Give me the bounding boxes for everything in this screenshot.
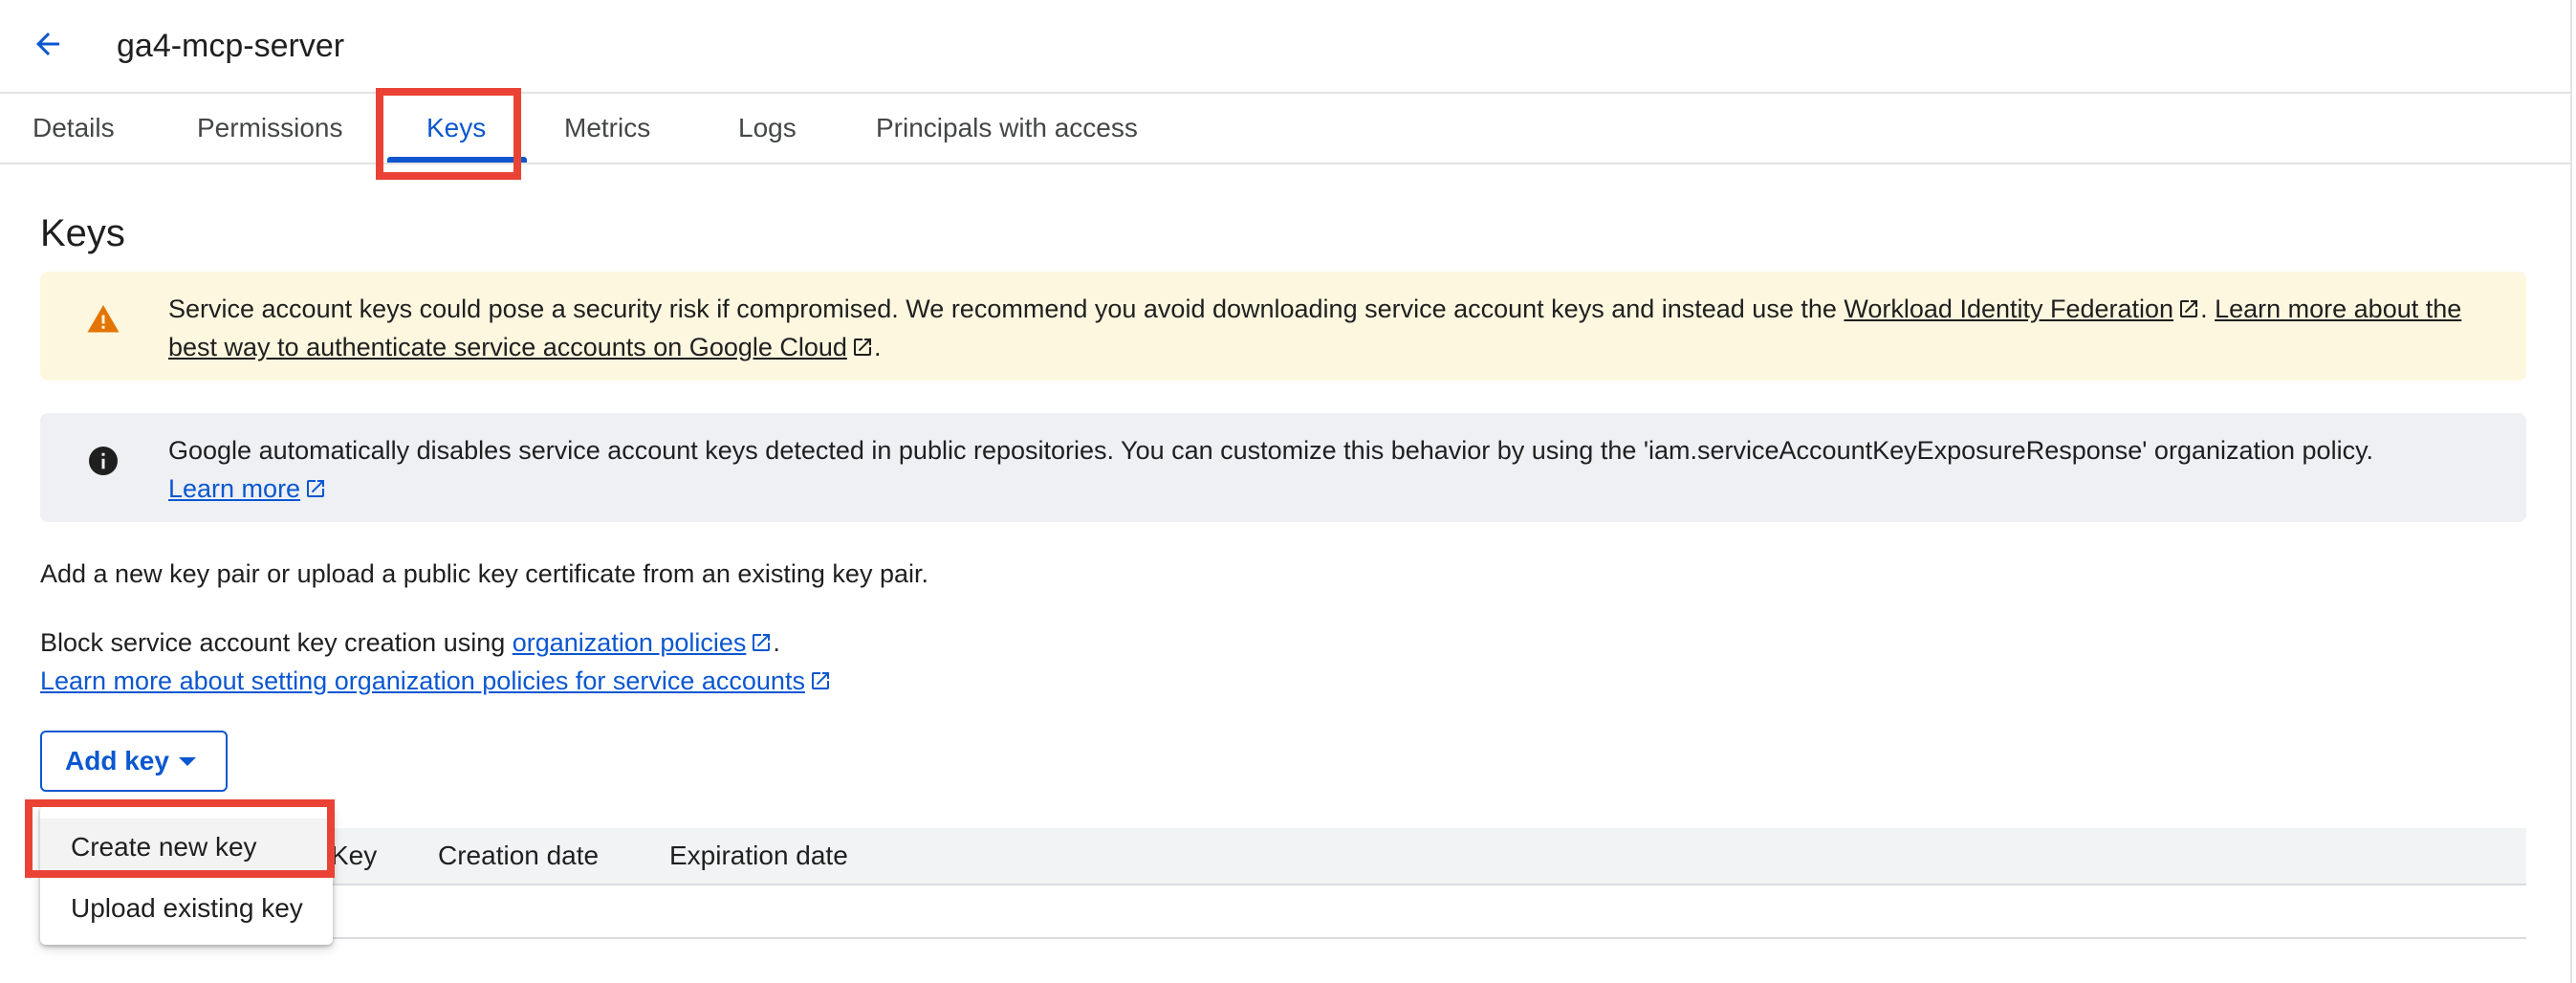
info-learn-more-link-label: Learn more (168, 474, 301, 503)
warning-text-middle: . (2200, 295, 2216, 323)
workload-identity-federation-link-label: Workload Identity Federation (1844, 295, 2174, 323)
arrow-back-icon (36, 33, 59, 55)
warning-text-start: Service account keys could pose a securi… (168, 295, 1845, 323)
warning-icon (87, 305, 120, 333)
menu-item-create-new-key-label: Create new key (71, 832, 257, 862)
open-in-new-icon (2180, 300, 2198, 317)
workload-identity-federation-link[interactable]: Workload Identity Federation (1844, 295, 2200, 323)
table-bottom-divider (40, 937, 2526, 939)
block-creation-text: Block service account key creation using… (40, 623, 780, 662)
column-header-creation-date[interactable]: Creation date (438, 828, 599, 884)
info-text-body: Google automatically disables service ac… (168, 436, 2374, 465)
keys-description: Add a new key pair or upload a public ke… (40, 559, 928, 588)
info-text: Google automatically disables service ac… (168, 431, 2501, 508)
tab-metrics[interactable]: Metrics (564, 94, 650, 163)
open-in-new-icon (307, 480, 325, 497)
organization-policies-link[interactable]: organization policies (513, 628, 774, 657)
menu-item-upload-existing-key-label: Upload existing key (71, 893, 303, 923)
tab-details[interactable]: Details (33, 94, 115, 163)
keys-section-title: Keys (40, 212, 125, 254)
org-policy-learn-more: Learn more about setting organization po… (40, 662, 832, 700)
add-key-label: Add key (65, 746, 169, 775)
info-banner: Google automatically disables service ac… (40, 413, 2526, 522)
org-policy-learn-more-link-label: Learn more about setting organization po… (40, 666, 805, 695)
info-learn-more-link[interactable]: Learn more (168, 474, 327, 503)
tab-keys[interactable]: Keys (426, 94, 486, 163)
org-policy-learn-more-link[interactable]: Learn more about setting organization po… (40, 666, 832, 695)
block-creation-text-start: Block service account key creation using (40, 628, 513, 657)
tab-principals-with-access[interactable]: Principals with access (876, 94, 1138, 163)
warning-text-end: . (873, 333, 882, 361)
open-in-new-icon (853, 339, 871, 356)
tab-logs[interactable]: Logs (738, 94, 797, 163)
column-header-expiration-date[interactable]: Expiration date (669, 828, 848, 884)
tab-permissions[interactable]: Permissions (197, 94, 342, 163)
menu-item-create-new-key[interactable]: Create new key (40, 819, 333, 876)
tabs-divider (0, 163, 2570, 164)
page-header: ga4-mcp-server (0, 0, 2570, 92)
column-header-key[interactable]: Key (331, 828, 377, 884)
back-button[interactable] (25, 21, 71, 67)
info-icon (89, 447, 118, 475)
organization-policies-link-label: organization policies (512, 628, 747, 657)
keys-table-header: Key Creation date Expiration date (40, 828, 2526, 885)
page-title: ga4-mcp-server (117, 28, 345, 64)
menu-item-upload-existing-key[interactable]: Upload existing key (40, 880, 333, 937)
block-creation-text-end: . (773, 628, 780, 657)
open-in-new-icon (811, 672, 829, 689)
tab-bar: Details Permissions Keys Metrics Logs Pr… (0, 94, 2570, 163)
open-in-new-icon (753, 634, 771, 651)
caret-down-icon (178, 756, 196, 766)
add-key-menu: Create new key Upload existing key (40, 805, 333, 945)
security-warning-banner: Service account keys could pose a securi… (40, 272, 2526, 381)
add-key-button[interactable]: Add key (40, 731, 228, 792)
warning-text: Service account keys could pose a securi… (168, 290, 2501, 366)
